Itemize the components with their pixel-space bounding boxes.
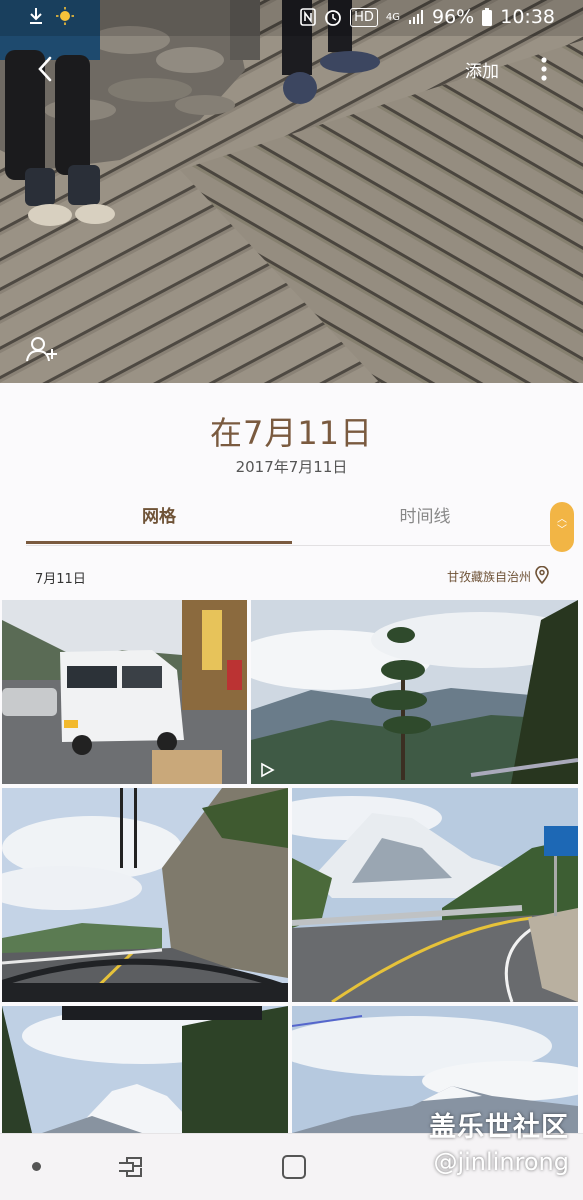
nfc-icon <box>300 8 316 26</box>
status-bar: HD 4G 96% 10:38 <box>0 0 583 36</box>
location-pin-icon <box>535 565 549 587</box>
tag-people-button[interactable] <box>26 336 60 364</box>
album-detail-screen: HD 4G 96% 10:38 添加 在7月11日 2017年7月11日 网格 … <box>0 0 583 1200</box>
chevron-up-icon: ︿ <box>557 514 567 525</box>
album-cover-photo[interactable]: HD 4G 96% 10:38 添加 <box>0 0 583 383</box>
back-button[interactable] <box>28 52 62 86</box>
clock: 10:38 <box>500 6 555 28</box>
tab-timeline[interactable]: 时间线 <box>292 498 558 544</box>
group-location[interactable]: 甘孜藏族自治州 <box>446 565 549 587</box>
photo-thumbnail[interactable] <box>292 788 578 1002</box>
hd-icon: HD <box>350 7 378 27</box>
watermark-community: 盖乐世社区 <box>429 1112 569 1143</box>
chevron-left-icon <box>37 56 53 82</box>
photo-thumbnail[interactable] <box>2 1006 288 1133</box>
chevron-down-icon: ﹀ <box>557 525 567 536</box>
recent-apps-button[interactable] <box>117 1154 143 1184</box>
album-title: 在7月11日 <box>209 414 374 452</box>
photo-thumbnail[interactable] <box>2 788 288 1002</box>
battery-icon <box>482 8 493 26</box>
recent-apps-icon <box>117 1157 143 1184</box>
photo-thumbnail[interactable] <box>2 600 247 784</box>
signal-icon <box>408 9 424 25</box>
add-button[interactable]: 添加 <box>465 57 499 82</box>
location-label: 甘孜藏族自治州 <box>446 570 531 584</box>
person-add-icon <box>26 336 60 362</box>
alarm-icon <box>324 8 342 26</box>
network-type: 4G <box>385 11 400 23</box>
more-vertical-icon <box>541 57 547 81</box>
battery-percent: 96% <box>432 6 475 28</box>
album-date: 2017年7月11日 <box>235 458 348 476</box>
home-icon <box>281 1155 307 1184</box>
video-thumbnail[interactable] <box>251 600 578 784</box>
home-button[interactable] <box>281 1154 307 1184</box>
fast-scroll-handle[interactable]: ︿ ﹀ <box>550 502 574 552</box>
group-date: 7月11日 <box>35 572 86 587</box>
dot-icon[interactable] <box>32 1162 41 1171</box>
more-options-button[interactable] <box>533 52 555 86</box>
view-tabs: 网格 时间线 <box>26 498 550 546</box>
album-toolbar: 添加 <box>0 44 583 94</box>
watermark-author: @jinlinrong <box>433 1148 569 1176</box>
tab-grid[interactable]: 网格 <box>26 498 292 544</box>
play-icon <box>259 762 275 778</box>
download-icon <box>28 7 44 25</box>
weather-sun-icon <box>56 7 74 25</box>
